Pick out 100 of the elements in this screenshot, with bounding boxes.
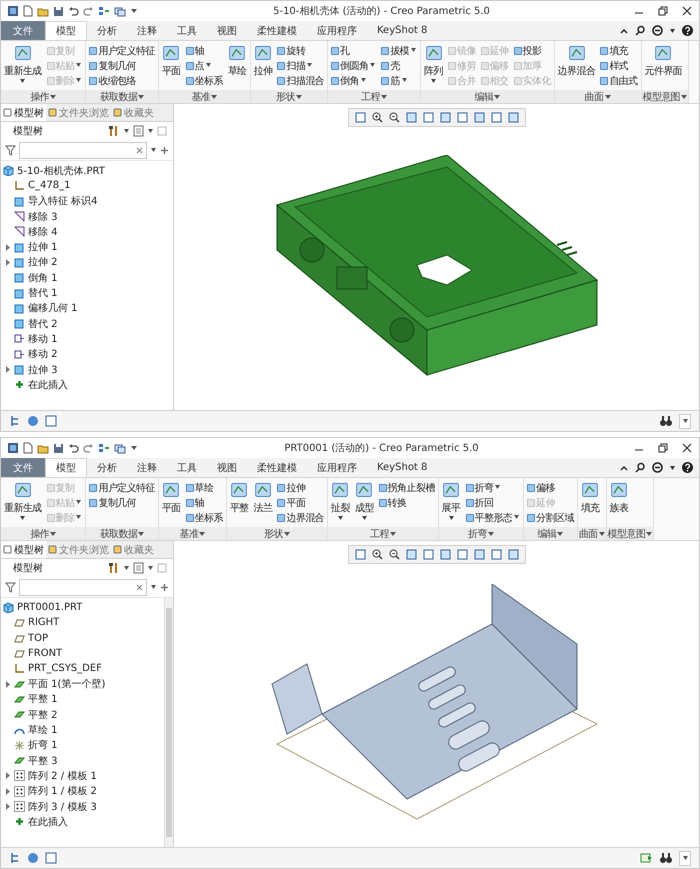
group-menu-button[interactable]: 形状 [250,90,328,103]
tree-item[interactable]: FRONT [1,646,164,662]
ribbon-button[interactable]: 坐标系 [184,510,224,525]
tree-item[interactable]: 替代 2 [1,316,173,332]
ribbon-button[interactable]: 复制几何 [88,58,156,73]
tree-item[interactable]: 草绘 1 [1,722,164,738]
ribbon-button[interactable]: 草绘 [226,43,248,78]
tree-item[interactable]: 平整 2 [1,707,164,722]
app-icon[interactable] [7,442,19,454]
tree-item[interactable]: 平整 3 [1,752,164,768]
ribbon-button[interactable]: 边界混合 [276,510,326,525]
tree-item[interactable]: 移动 2 [1,346,173,362]
caret-icon[interactable] [123,128,130,134]
group-menu-button[interactable]: 基准 [158,90,250,103]
group-menu-button[interactable]: 编辑 [421,90,554,103]
ribbon-tab[interactable]: 模型 [45,21,87,40]
ribbon-button[interactable]: 元件界面 [644,43,684,78]
ribbon-button[interactable]: 用户定义特征 [88,480,156,495]
search-icon[interactable] [635,25,646,36]
tree-toggle-icon[interactable] [9,852,21,864]
tools-icon[interactable] [108,125,120,137]
panel-tab[interactable]: 收藏夹 [111,541,156,558]
ribbon-tab[interactable]: 视图 [207,458,247,477]
windows-icon[interactable] [114,442,126,454]
group-menu-button[interactable]: 获取数据 [86,90,158,103]
save-icon[interactable] [53,442,64,454]
circle-minus-icon[interactable] [652,462,663,473]
ribbon-button[interactable]: 筋 [380,73,418,88]
tree-item[interactable]: 移动 1 [1,331,173,347]
caret-icon[interactable] [669,464,676,470]
search-icon[interactable] [635,462,646,473]
ribbon-button[interactable]: 平整形态 [464,510,522,525]
tree-item[interactable]: PRT_CSYS_DEF [1,661,164,676]
ribbon-button[interactable]: 点 [184,58,224,73]
ribbon-button[interactable]: 轴 [184,495,224,510]
zoom-in-icon[interactable] [372,549,382,560]
help-icon[interactable] [682,462,693,473]
ribbon-button[interactable]: 扫描混合 [276,73,326,88]
windows-icon[interactable] [114,6,126,16]
ribbon-button[interactable]: 重新生成 [3,480,43,521]
close-icon[interactable] [681,442,693,454]
file-menu-tab[interactable]: 文件 [1,458,45,477]
group-menu-button[interactable]: 操作 [1,527,86,540]
ribbon-button[interactable]: 偏移 [526,480,575,495]
caret-icon[interactable] [147,566,154,570]
ribbon-tab[interactable]: 分析 [87,21,127,40]
group-menu-button[interactable]: 编辑 [524,527,577,540]
clear-icon[interactable] [136,584,143,590]
ribbon-button[interactable]: 折回 [464,495,522,510]
ribbon-tab[interactable]: 工具 [167,458,207,477]
tree-item[interactable]: 5-10-相机壳体.PRT [1,163,173,178]
filter-icon[interactable] [5,582,16,592]
ribbon-tab[interactable]: 视图 [207,21,247,40]
document-icon[interactable] [133,562,144,574]
ribbon-button[interactable]: 样式 [599,58,639,73]
restore-icon[interactable] [657,442,669,454]
tree-item[interactable]: 折弯 1 [1,738,164,753]
ribbon-button[interactable]: 拔模 [380,43,418,58]
zoom-in-icon[interactable] [372,112,382,123]
tree-item[interactable]: 移除 3 [1,208,173,224]
undo-icon[interactable] [68,443,79,453]
undo-icon[interactable] [68,6,79,16]
expand-arrow-icon[interactable] [5,366,11,373]
ribbon-button[interactable]: 平面 [160,43,182,78]
group-menu-button[interactable]: 模型意图 [606,527,654,540]
ribbon-tab[interactable]: 工具 [167,21,207,40]
caret-icon[interactable] [123,566,130,570]
folder-icon[interactable] [37,442,49,454]
tools-icon[interactable] [108,562,120,574]
clear-icon[interactable] [136,146,143,154]
redo-icon[interactable] [83,443,94,453]
ribbon-button[interactable]: 倒圆角 [330,58,378,73]
plus-icon[interactable] [160,146,169,154]
group-menu-button[interactable]: 工程 [328,527,438,540]
ribbon-tab[interactable]: 分析 [87,458,127,477]
ribbon-button[interactable]: 阵列 [423,43,444,84]
group-menu-button[interactable]: 形状 [226,527,328,540]
circle-minus-icon[interactable] [652,25,663,36]
tree-item[interactable]: RIGHT [1,615,164,631]
new-file-icon[interactable] [23,5,33,17]
caret-icon[interactable] [669,28,676,34]
restore-icon[interactable] [657,5,669,17]
tree-item[interactable]: PRT0001.PRT [1,600,164,616]
ribbon-button[interactable]: 轴 [184,43,224,58]
zoom-out-icon[interactable] [388,112,400,123]
ribbon-button[interactable]: 边界混合 [556,43,596,78]
ribbon-button[interactable]: 转换 [378,495,436,510]
tree-item[interactable]: 导入特征 标识4 [1,194,173,209]
redo-icon[interactable] [83,6,94,16]
tree-item[interactable]: 阵列 1 / 模板 2 [1,784,164,799]
group-menu-button[interactable]: 获取数据 [86,527,158,540]
ribbon-tab[interactable]: 注释 [127,21,167,40]
ribbon-button[interactable]: 用户定义特征 [88,43,156,58]
tree-toggle-icon[interactable] [9,415,21,427]
close-icon[interactable] [681,5,693,17]
tree-item[interactable]: 偏移几何 1 [1,300,173,316]
ribbon-tab[interactable]: 柔性建模 [247,458,307,477]
dropdown-button[interactable] [679,850,691,866]
tree-item[interactable]: 在此插入 [1,814,164,830]
ribbon-button[interactable]: 法兰 [252,480,274,515]
